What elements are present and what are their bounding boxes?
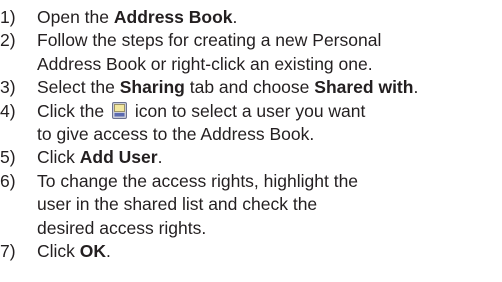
step-item: 4) Click the icon to select a user you wa… xyxy=(0,100,502,147)
step-number: 6) xyxy=(0,170,16,191)
bold-term: Shared with xyxy=(314,77,414,98)
step-line: to give access to the Address Book. xyxy=(37,123,365,146)
step-text-segment: Select the xyxy=(37,77,120,98)
step-text: Open the Address Book. xyxy=(37,6,237,29)
step-text-segment: Click xyxy=(37,147,80,168)
step-item: 3) Select the Sharing tab and choose Shar… xyxy=(0,76,502,99)
step-text-segment: . xyxy=(157,147,163,168)
bold-term: Sharing xyxy=(119,77,185,98)
instruction-steps: 1) Open the Address Book. 2) Follow the ste… xyxy=(0,0,502,263)
step-text: Click OK. xyxy=(37,240,111,263)
step-line: Click OK. xyxy=(37,240,111,263)
step-line: Select the Sharing tab and choose Shared… xyxy=(37,76,418,99)
step-item: 5) Click Add User. xyxy=(0,146,502,169)
step-line: Click Add User. xyxy=(37,146,162,169)
step-text-segment: Follow the steps for creating a new Pers… xyxy=(37,30,382,51)
bold-term: OK xyxy=(79,241,107,262)
step-line: Address Book or right-click an existing … xyxy=(37,53,381,76)
step-text: Select the Sharing tab and choose Shared… xyxy=(37,76,418,99)
step-text: Click the icon to select a user you want… xyxy=(37,100,365,147)
step-text-segment: user in the shared list and check the xyxy=(37,194,318,215)
step-number: 1) xyxy=(0,7,16,27)
step-line: user in the shared list and check the xyxy=(37,193,358,216)
step-number: 7) xyxy=(0,241,16,262)
step-item: 1) Open the Address Book. xyxy=(0,6,502,29)
step-item: 6) To change the access rights, highlight… xyxy=(0,170,502,240)
step-text: Follow the steps for creating a new Pers… xyxy=(37,29,381,76)
step-text: To change the access rights, highlight t… xyxy=(37,170,358,240)
step-text-segment: . xyxy=(413,77,419,98)
address-book-icon xyxy=(111,101,127,119)
step-line: Follow the steps for creating a new Pers… xyxy=(37,29,381,52)
step-item: 2) Follow the steps for creating a new Pe… xyxy=(0,29,502,76)
bold-term: Address Book xyxy=(113,7,233,27)
step-number: 5) xyxy=(0,147,16,168)
bold-term: Add User xyxy=(79,147,158,168)
step-number: 2) xyxy=(0,30,16,51)
step-text-segment: Click xyxy=(37,241,80,262)
step-text-segment: to give access to the Address Book. xyxy=(37,124,315,145)
step-line: Click the icon to select a user you want xyxy=(37,100,365,123)
step-text-segment: Open the xyxy=(37,7,114,27)
step-line: desired access rights. xyxy=(37,217,358,240)
step-number: 3) xyxy=(0,77,16,98)
step-item: 7) Click OK. xyxy=(0,240,502,263)
step-text-segment: . xyxy=(106,241,111,262)
step-text-segment: Click the xyxy=(37,100,109,121)
step-text-segment: To change the access rights, highlight t… xyxy=(37,170,359,191)
step-number: 4) xyxy=(0,100,16,121)
step-text-segment: desired access rights. xyxy=(37,217,207,238)
step-text-segment: Address Book or right-click an existing … xyxy=(37,53,373,74)
step-text: Click Add User. xyxy=(37,146,162,169)
step-line: To change the access rights, highlight t… xyxy=(37,170,358,193)
step-text-segment: tab and choose xyxy=(184,77,315,98)
step-text-segment: icon to select a user you want xyxy=(129,100,366,121)
step-text-segment: . xyxy=(232,7,238,27)
step-line: Open the Address Book. xyxy=(37,6,237,29)
